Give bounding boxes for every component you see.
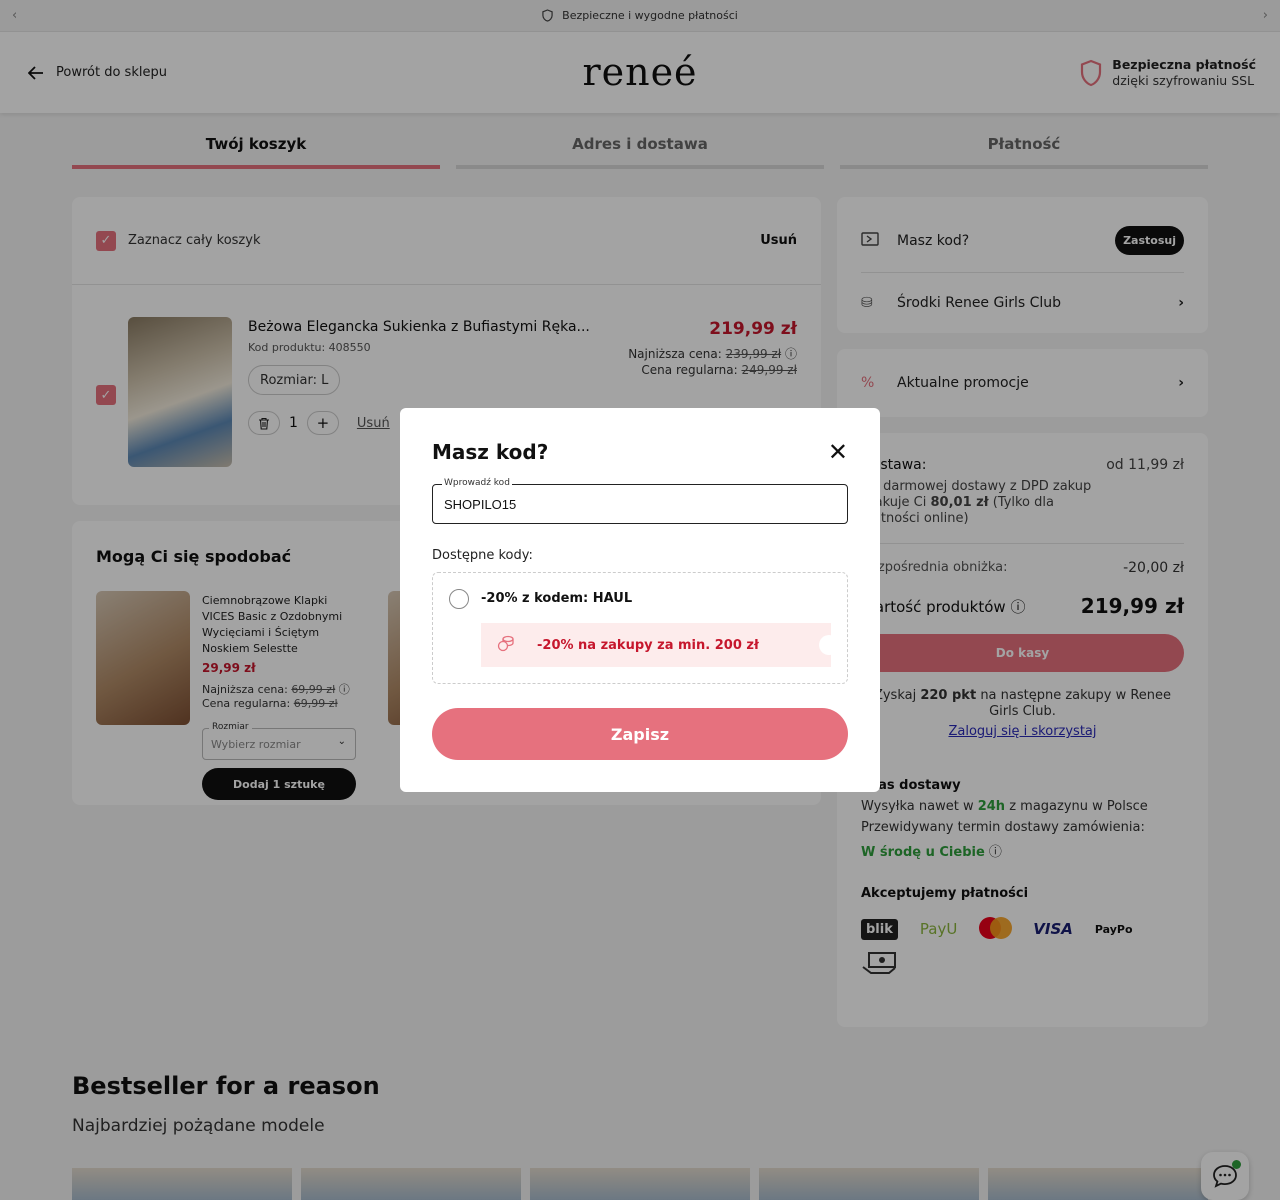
promo-code-input[interactable] bbox=[432, 484, 848, 524]
promo-code-modal: Masz kod? ✕ Wprowadź kod Dostępne kody: … bbox=[400, 408, 880, 792]
code-promo-banner: -20% na zakupy za min. 200 zł bbox=[481, 623, 839, 667]
available-code-option[interactable]: -20% z kodem: HAUL -20% na zakupy za min… bbox=[432, 572, 848, 684]
code-title: -20% z kodem: HAUL bbox=[481, 591, 633, 606]
close-icon[interactable]: ✕ bbox=[828, 440, 848, 464]
available-codes-label: Dostępne kody: bbox=[432, 548, 533, 563]
coins-icon bbox=[497, 634, 515, 656]
code-promo-text: -20% na zakupy za min. 200 zł bbox=[537, 637, 759, 653]
save-button[interactable]: Zapisz bbox=[432, 708, 848, 760]
input-caption: Wprowadź kod bbox=[442, 478, 512, 488]
code-radio[interactable] bbox=[449, 589, 469, 609]
modal-title: Masz kod? bbox=[432, 440, 549, 464]
